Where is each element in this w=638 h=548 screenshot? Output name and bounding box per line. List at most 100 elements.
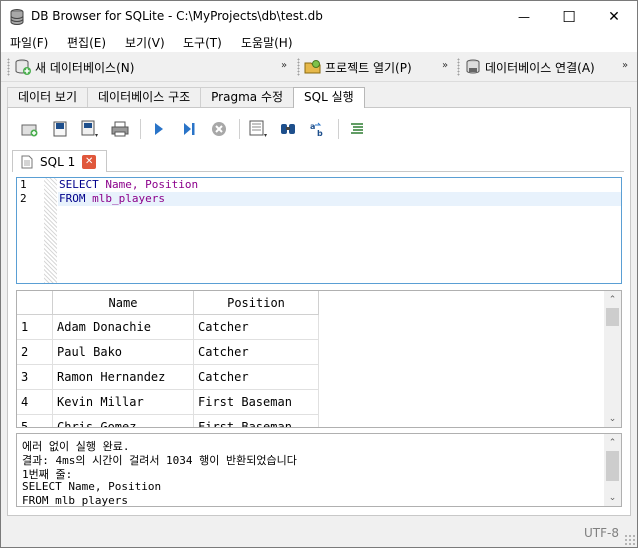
sql-editor[interactable]: 1 2 SELECT Name, Position FROM mlb_playe… bbox=[16, 177, 622, 284]
sql-toolbar: a b bbox=[18, 118, 375, 140]
comment-lines-icon bbox=[351, 123, 363, 134]
cell-position[interactable]: Catcher bbox=[194, 340, 319, 365]
scroll-up-icon[interactable]: ⌃ bbox=[604, 434, 621, 451]
svg-text:b: b bbox=[317, 129, 323, 137]
execute-current-line-button[interactable] bbox=[177, 118, 201, 140]
open-project-icon bbox=[304, 60, 321, 74]
toolbar-grip[interactable] bbox=[457, 58, 460, 76]
save-sql-file-icon bbox=[81, 120, 98, 137]
toolbar-separator bbox=[140, 119, 141, 139]
row-number[interactable]: 3 bbox=[17, 365, 53, 390]
play-line-icon bbox=[184, 123, 195, 135]
results-scrollbar[interactable]: ⌃ ⌄ bbox=[604, 291, 621, 427]
message-pane[interactable]: 에러 없이 실행 완료. 결과: 4ms의 시간이 걸려서 1034 행이 반환… bbox=[16, 433, 622, 507]
row-number[interactable]: 1 bbox=[17, 315, 53, 340]
tab-browse-data[interactable]: 데이터 보기 bbox=[7, 87, 89, 107]
open-sql-file-icon bbox=[53, 121, 67, 137]
close-button[interactable]: ✕ bbox=[591, 1, 637, 32]
sql-editor-tab[interactable]: SQL 1 ✕ bbox=[12, 150, 107, 172]
new-database-label: 새 데이터베이스(N) bbox=[35, 60, 135, 75]
tab-edit-pragmas[interactable]: Pragma 수정 bbox=[200, 87, 295, 107]
menu-help[interactable]: 도움말(H) bbox=[241, 34, 293, 51]
menu-edit[interactable]: 편집(E) bbox=[67, 34, 106, 51]
cell-position[interactable]: First Baseman bbox=[194, 415, 319, 427]
toolbar-grip[interactable] bbox=[7, 58, 10, 76]
find-button[interactable] bbox=[276, 118, 300, 140]
stop-execution-button[interactable] bbox=[207, 118, 231, 140]
cell-position[interactable]: First Baseman bbox=[194, 390, 319, 415]
row-number[interactable]: 2 bbox=[17, 340, 53, 365]
message-line: SELECT Name, Position bbox=[22, 480, 162, 493]
printer-icon bbox=[111, 121, 129, 137]
row-number[interactable]: 4 bbox=[17, 390, 53, 415]
column-header[interactable]: Name bbox=[53, 291, 194, 315]
new-database-button[interactable]: 새 데이터베이스(N) bbox=[14, 58, 134, 76]
cell-name[interactable]: Chris Gomez bbox=[53, 415, 194, 427]
row-header-corner[interactable] bbox=[17, 291, 53, 315]
status-bar: UTF-8 bbox=[1, 520, 637, 547]
database-app-icon bbox=[10, 9, 24, 25]
open-project-label: 프로젝트 열기(P) bbox=[325, 60, 412, 75]
comment-lines-button[interactable] bbox=[345, 118, 369, 140]
toolbar-separator bbox=[239, 119, 240, 139]
cell-name[interactable]: Paul Bako bbox=[53, 340, 194, 365]
cell-name[interactable]: Adam Donachie bbox=[53, 315, 194, 340]
cell-name[interactable]: Ramon Hernandez bbox=[53, 365, 194, 390]
toolbar-overflow-3[interactable]: » bbox=[622, 60, 628, 71]
toolbar-overflow-1[interactable]: » bbox=[281, 60, 287, 71]
open-sql-file-button[interactable] bbox=[48, 118, 72, 140]
fold-margin bbox=[44, 178, 57, 283]
scroll-down-icon[interactable]: ⌄ bbox=[604, 410, 621, 427]
save-sql-file-button[interactable] bbox=[78, 118, 102, 140]
row-number[interactable]: 5 bbox=[17, 415, 53, 427]
attach-database-button[interactable]: 데이터베이스 연결(A) bbox=[464, 58, 595, 76]
line-number: 2 bbox=[20, 192, 27, 205]
toolbar-grip[interactable] bbox=[297, 58, 300, 76]
menu-bar: 파일(F) 편집(E) 보기(V) 도구(T) 도움말(H) bbox=[1, 32, 637, 52]
toolbar-separator bbox=[338, 119, 339, 139]
save-results-icon bbox=[249, 120, 267, 137]
tab-execute-sql[interactable]: SQL 실행 bbox=[293, 87, 365, 108]
sql-keyword: SELECT bbox=[59, 178, 99, 191]
message-scrollbar[interactable]: ⌃ ⌄ bbox=[604, 434, 621, 506]
menu-file[interactable]: 파일(F) bbox=[10, 34, 48, 51]
toolbar-overflow-2[interactable]: » bbox=[442, 60, 448, 71]
play-icon bbox=[155, 123, 163, 135]
cell-position[interactable]: Catcher bbox=[194, 365, 319, 390]
cell-position[interactable]: Catcher bbox=[194, 315, 319, 340]
close-icon: ✕ bbox=[608, 8, 620, 25]
binoculars-icon bbox=[281, 124, 295, 134]
column-header[interactable]: Position bbox=[194, 291, 319, 315]
resize-grip-icon[interactable] bbox=[624, 534, 635, 545]
save-results-button[interactable] bbox=[246, 118, 270, 140]
minimize-button[interactable]: — bbox=[501, 1, 547, 32]
cell-name[interactable]: Kevin Millar bbox=[53, 390, 194, 415]
menu-tools[interactable]: 도구(T) bbox=[183, 34, 222, 51]
menu-view[interactable]: 보기(V) bbox=[125, 34, 165, 51]
execute-all-button[interactable] bbox=[147, 118, 171, 140]
find-replace-button[interactable]: a b bbox=[306, 118, 330, 140]
attach-database-icon bbox=[466, 59, 480, 74]
close-tab-icon[interactable]: ✕ bbox=[82, 154, 97, 169]
results-grid: Name Position 1 Adam Donachie Catcher 2 … bbox=[16, 290, 622, 428]
line-number-gutter: 1 2 bbox=[17, 178, 57, 283]
encoding-label: UTF-8 bbox=[584, 526, 619, 540]
find-replace-icon: a b bbox=[310, 122, 323, 137]
scroll-down-icon[interactable]: ⌄ bbox=[604, 489, 621, 506]
scrollbar-thumb[interactable] bbox=[606, 308, 619, 326]
open-tab-button[interactable] bbox=[18, 118, 42, 140]
sql-tab-label: SQL 1 bbox=[40, 154, 76, 169]
print-button[interactable] bbox=[108, 118, 132, 140]
sql-file-icon bbox=[21, 155, 33, 168]
maximize-button[interactable]: ☐ bbox=[546, 1, 592, 32]
tab-database-structure[interactable]: 데이터베이스 구조 bbox=[87, 87, 202, 107]
new-database-icon bbox=[15, 59, 31, 75]
title-bar[interactable]: DB Browser for SQLite - C:\MyProjects\db… bbox=[1, 1, 637, 32]
code-line[interactable]: SELECT Name, Position bbox=[58, 178, 621, 192]
scroll-up-icon[interactable]: ⌃ bbox=[604, 291, 621, 308]
app-window: DB Browser for SQLite - C:\MyProjects\db… bbox=[0, 0, 638, 548]
code-line-current[interactable]: FROM mlb_players bbox=[58, 192, 621, 206]
scrollbar-thumb[interactable] bbox=[606, 451, 619, 481]
sql-identifiers: Name, Position bbox=[98, 178, 199, 191]
open-project-button[interactable]: 프로젝트 열기(P) bbox=[304, 58, 412, 76]
